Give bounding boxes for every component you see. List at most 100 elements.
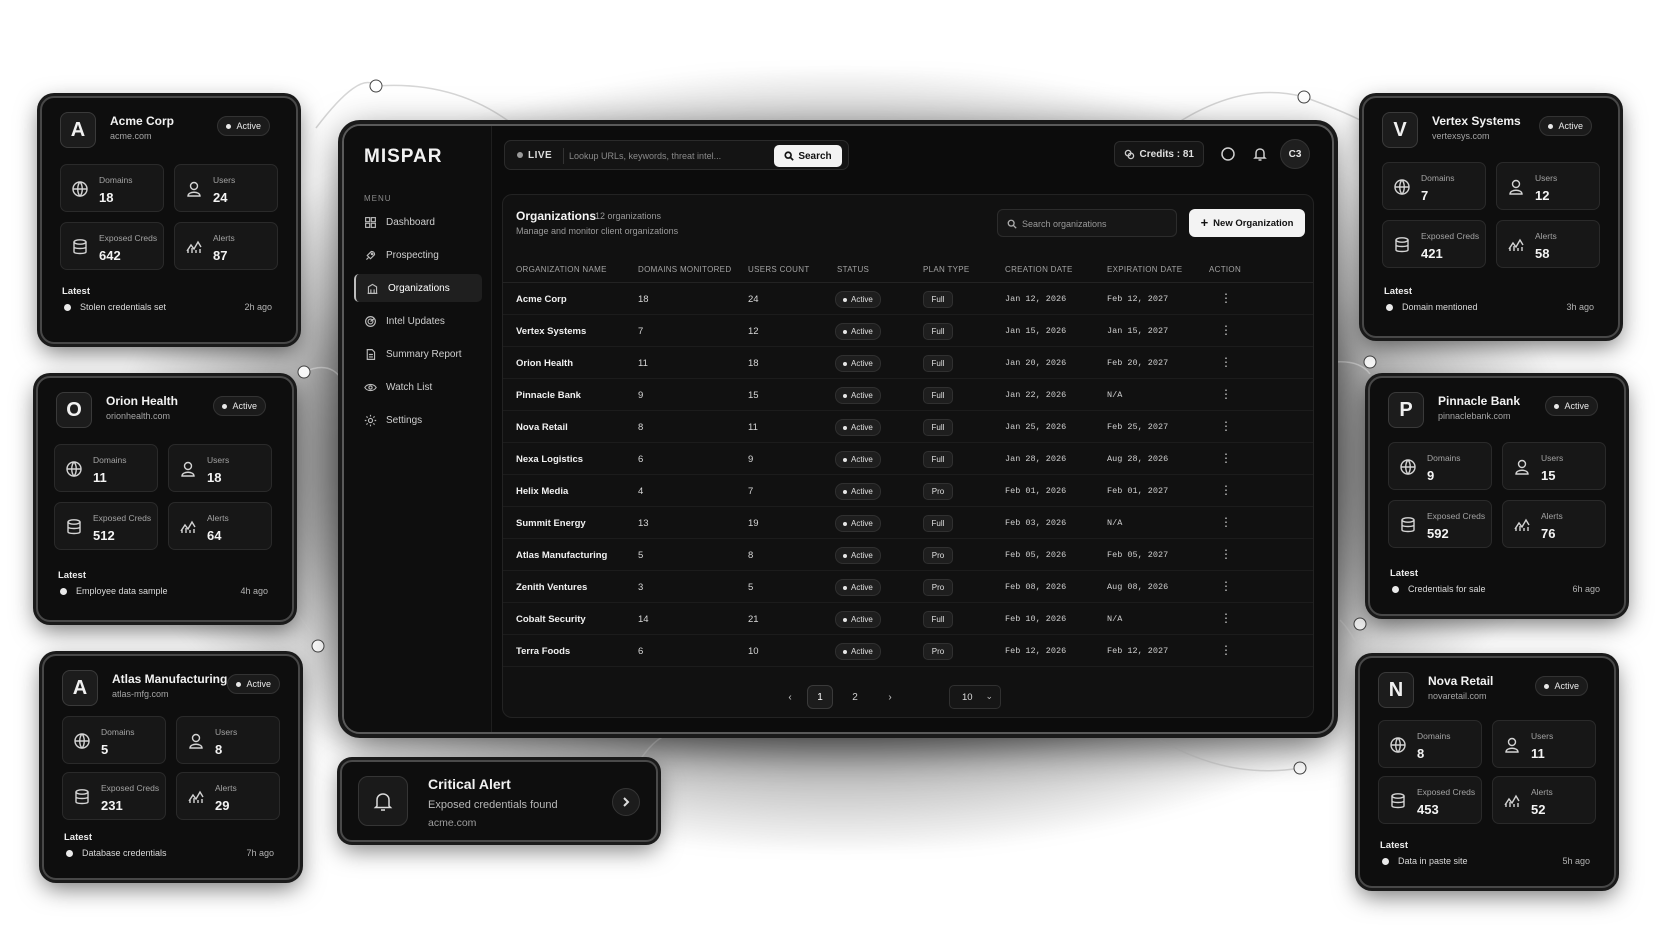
org-card-acme-corp[interactable]: A Acme Corp acme.com Active Domains 18 Us…: [40, 96, 298, 344]
table-row[interactable]: Nova Retail 8 11 Active Full Jan 25, 202…: [503, 411, 1313, 443]
page-button-1[interactable]: 1: [807, 685, 833, 709]
expiration-date: Feb 05, 2027: [1107, 550, 1169, 560]
search-button-label: Search: [798, 150, 832, 162]
row-actions-icon[interactable]: ⋮: [1220, 547, 1232, 563]
org-card-orion-health[interactable]: O Orion Health orionhealth.com Active Do…: [36, 376, 294, 622]
column-header[interactable]: EXPIRATION DATE: [1107, 265, 1182, 274]
org-initial-avatar: P: [1388, 392, 1424, 428]
alert-open-button[interactable]: [612, 788, 640, 816]
org-card-vertex-systems[interactable]: V Vertex Systems vertexsys.com Active Do…: [1362, 96, 1620, 338]
column-header[interactable]: DOMAINS MONITORED: [638, 265, 731, 274]
critical-alert-card[interactable]: Critical Alert Exposed credentials found…: [340, 760, 658, 842]
sidebar-item-intel-updates[interactable]: Intel Updates: [354, 307, 482, 335]
column-header[interactable]: PLAN TYPE: [923, 265, 970, 274]
table-row[interactable]: Summit Energy 13 19 Active Full Feb 03, …: [503, 507, 1313, 539]
sidebar-item-prospecting[interactable]: Prospecting: [354, 241, 482, 269]
org-card-pinnacle-bank[interactable]: P Pinnacle Bank pinnaclebank.com Active …: [1368, 376, 1626, 616]
expiration-date: Feb 20, 2027: [1107, 358, 1169, 368]
row-actions-icon[interactable]: ⋮: [1220, 515, 1232, 531]
credits-badge[interactable]: Credits : 81: [1113, 141, 1204, 167]
row-actions-icon[interactable]: ⋮: [1220, 611, 1232, 627]
coins-icon: [1124, 149, 1134, 159]
row-actions-icon[interactable]: ⋮: [1220, 643, 1232, 659]
prev-page-button[interactable]: ‹: [781, 685, 799, 709]
org-name[interactable]: Vertex Systems: [516, 326, 586, 337]
column-header[interactable]: CREATION DATE: [1005, 265, 1073, 274]
globe-icon: [1400, 459, 1416, 475]
org-name[interactable]: Nexa Logistics: [516, 454, 583, 465]
sidebar-item-organizations[interactable]: Organizations: [354, 274, 482, 302]
status-circle-icon[interactable]: [1220, 146, 1236, 162]
page-button-2[interactable]: 2: [843, 685, 867, 709]
table-row[interactable]: Vertex Systems 7 12 Active Full Jan 15, …: [503, 315, 1313, 347]
table-row[interactable]: Atlas Manufacturing 5 8 Active Pro Feb 0…: [503, 539, 1313, 571]
column-header[interactable]: USERS COUNT: [748, 265, 810, 274]
org-name[interactable]: Acme Corp: [516, 294, 567, 305]
table-row[interactable]: Acme Corp 18 24 Active Full Jan 12, 2026…: [503, 283, 1313, 315]
row-actions-icon[interactable]: ⋮: [1220, 291, 1232, 307]
table-row[interactable]: Cobalt Security 14 21 Active Full Feb 10…: [503, 603, 1313, 635]
org-name[interactable]: Orion Health: [516, 358, 573, 369]
org-name[interactable]: Summit Energy: [516, 518, 586, 529]
plan-badge: Full: [923, 451, 953, 468]
row-actions-icon[interactable]: ⋮: [1220, 579, 1232, 595]
latest-time: 4h ago: [240, 586, 268, 596]
sidebar-item-summary-report[interactable]: Summary Report: [354, 340, 482, 368]
organizations-search-input[interactable]: [1022, 216, 1172, 232]
next-page-button[interactable]: ›: [881, 685, 899, 709]
table-row[interactable]: Orion Health 11 18 Active Full Jan 20, 2…: [503, 347, 1313, 379]
org-name[interactable]: Cobalt Security: [516, 614, 586, 625]
table-row[interactable]: Pinnacle Bank 9 15 Active Full Jan 22, 2…: [503, 379, 1313, 411]
users-count: 10: [748, 646, 759, 657]
status-badge: Active: [835, 547, 881, 564]
row-actions-icon[interactable]: ⋮: [1220, 483, 1232, 499]
database-icon: [73, 239, 87, 255]
column-header[interactable]: STATUS: [837, 265, 869, 274]
domains-count: 8: [638, 422, 644, 433]
sidebar-item-watch-list[interactable]: Watch List: [354, 373, 482, 401]
org-name[interactable]: Helix Media: [516, 486, 568, 497]
latest-label: Latest: [1380, 840, 1408, 851]
user-avatar[interactable]: C3: [1280, 139, 1310, 169]
org-name[interactable]: Atlas Manufacturing: [516, 550, 607, 561]
global-search-input[interactable]: [569, 147, 754, 165]
live-dot-icon: [517, 152, 523, 159]
org-name[interactable]: Nova Retail: [516, 422, 568, 433]
plan-badge: Full: [923, 419, 953, 436]
table-row[interactable]: Nexa Logistics 6 9 Active Full Jan 28, 2…: [503, 443, 1313, 475]
stat-exposed-creds: Exposed Creds 453: [1378, 776, 1482, 824]
row-actions-icon[interactable]: ⋮: [1220, 387, 1232, 403]
bell-icon[interactable]: [1252, 146, 1268, 162]
org-card-nova-retail[interactable]: N Nova Retail novaretail.com Active Doma…: [1358, 656, 1616, 888]
row-actions-icon[interactable]: ⋮: [1220, 451, 1232, 467]
org-card-domain: orionhealth.com: [106, 411, 171, 421]
users-count: 5: [748, 582, 754, 593]
stat-domains: Domains 8: [1378, 720, 1482, 768]
column-header[interactable]: ORGANIZATION NAME: [516, 265, 607, 274]
row-actions-icon[interactable]: ⋮: [1220, 355, 1232, 371]
table-row[interactable]: Terra Foods 6 10 Active Pro Feb 12, 2026…: [503, 635, 1313, 667]
status-badge: Active: [1545, 396, 1598, 416]
org-initial-avatar: V: [1382, 112, 1418, 148]
row-actions-icon[interactable]: ⋮: [1220, 419, 1232, 435]
sidebar-item-settings[interactable]: Settings: [354, 406, 482, 434]
table-row[interactable]: Zenith Ventures 3 5 Active Pro Feb 08, 2…: [503, 571, 1313, 603]
activity-icon: [186, 240, 202, 253]
stat-exposed-creds: Exposed Creds 421: [1382, 220, 1486, 268]
activity-icon: [1508, 238, 1524, 251]
expiration-date: Aug 28, 2026: [1107, 454, 1169, 464]
rocket-icon: [366, 250, 376, 260]
search-button[interactable]: Search: [774, 145, 842, 167]
rows-per-page-select[interactable]: 10 ⌄: [949, 685, 1001, 709]
sidebar-item-dashboard[interactable]: Dashboard: [354, 208, 482, 236]
table-row[interactable]: Helix Media 4 7 Active Pro Feb 01, 2026 …: [503, 475, 1313, 507]
row-actions-icon[interactable]: ⋮: [1220, 323, 1232, 339]
users-count: 11: [748, 422, 758, 433]
domains-count: 4: [638, 486, 644, 497]
org-card-atlas-manufacturing[interactable]: A Atlas Manufacturing atlas-mfg.com Acti…: [42, 654, 300, 880]
org-name[interactable]: Pinnacle Bank: [516, 390, 581, 401]
org-initial-avatar: A: [62, 670, 98, 706]
org-name[interactable]: Terra Foods: [516, 646, 570, 657]
new-organization-button[interactable]: + New Organization: [1189, 209, 1305, 237]
org-name[interactable]: Zenith Ventures: [516, 582, 587, 593]
